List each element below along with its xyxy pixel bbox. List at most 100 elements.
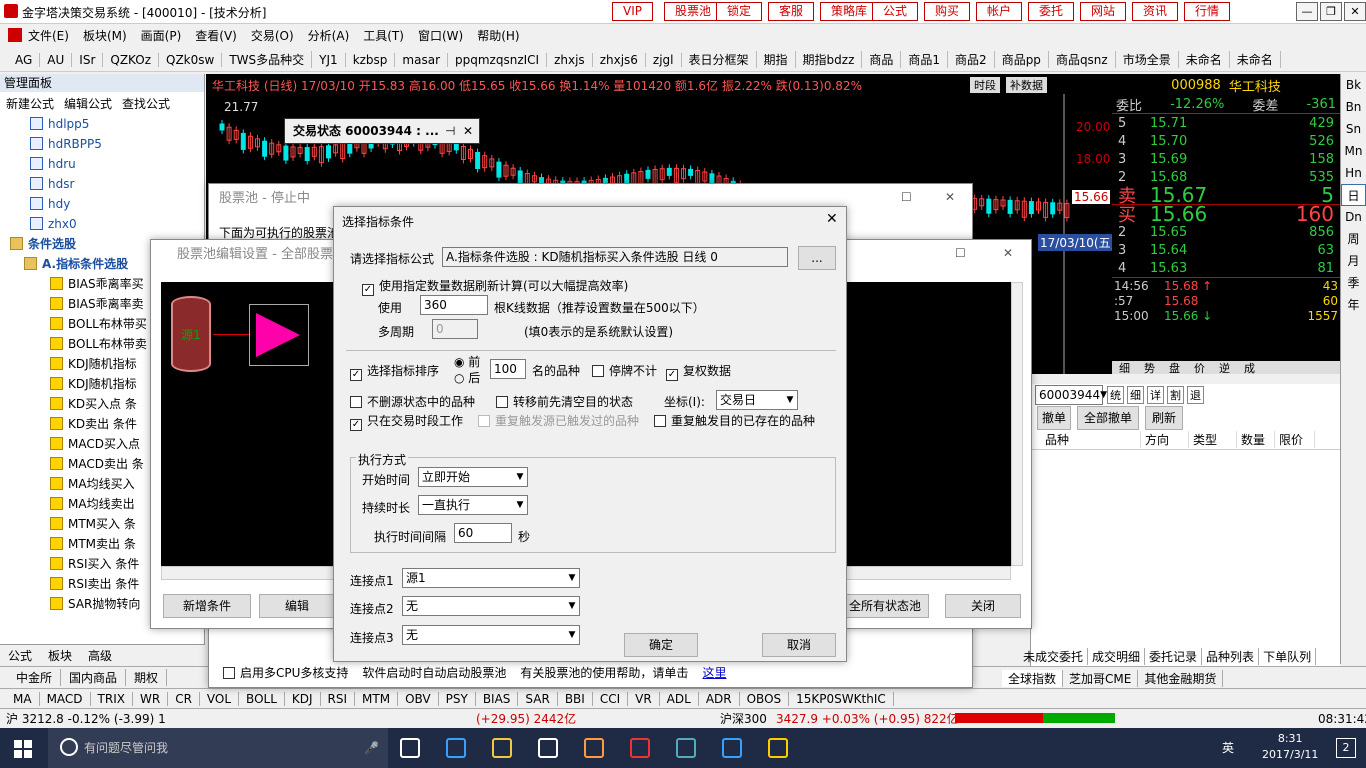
ok-button[interactable]: 确定	[624, 633, 698, 657]
time-period-button[interactable]: 时段	[970, 77, 1000, 93]
indicator-wr[interactable]: WR	[133, 691, 169, 706]
tree-item-1[interactable]: hdRBPP5	[30, 134, 204, 154]
trade-tab-2[interactable]: 委托记录	[1145, 647, 1203, 665]
toolbar-item-16[interactable]: 商品	[862, 51, 902, 68]
top-button-8[interactable]: 委托	[1028, 2, 1075, 21]
toolbar-item-13[interactable]: 表日分框架	[682, 51, 757, 68]
toolbar-item-15[interactable]: 期指bdzz	[796, 51, 863, 68]
global-tab-2[interactable]: 其他金融期货	[1138, 669, 1224, 687]
indicator-obos[interactable]: OBOS	[740, 691, 790, 706]
windows-start-icon[interactable]	[14, 740, 32, 758]
indicator-cr[interactable]: CR	[168, 691, 200, 706]
toolbar-item-14[interactable]: 期指	[757, 51, 796, 68]
period-3[interactable]: Mn	[1341, 140, 1366, 162]
indicator-obv[interactable]: OBV	[398, 691, 439, 706]
notification-icon[interactable]: 2	[1336, 738, 1356, 758]
period-5[interactable]: 日	[1341, 184, 1366, 206]
toolbar-item-5[interactable]: TWS多品种交	[222, 51, 313, 68]
market-tab-2[interactable]: 期权	[126, 669, 168, 686]
trade-tab-1[interactable]: 成交明细	[1088, 647, 1146, 665]
quote-tab-0[interactable]: 细	[1112, 360, 1137, 376]
clear-target-checkbox[interactable]: 转移前先清空目的状态	[496, 393, 633, 410]
coord-select[interactable]: 交易日 ▼	[716, 390, 798, 410]
minimize-button[interactable]: —	[1296, 2, 1318, 21]
panel-tab-0[interactable]: 公式	[0, 647, 40, 664]
use-count-checkbox[interactable]: ✓ 使用指定数量数据刷新计算(可以大幅提高效率)	[362, 277, 628, 296]
top-button-6[interactable]: 购买	[924, 2, 971, 21]
cortana-search[interactable]: 有问题尽管问我 🎤	[48, 728, 388, 768]
indicator-trix[interactable]: TRIX	[91, 691, 133, 706]
toolbar-item-18[interactable]: 商品2	[948, 51, 995, 68]
editor-close-btn[interactable]: 关闭	[945, 594, 1021, 618]
condition-node[interactable]	[249, 304, 309, 366]
ime-indicator[interactable]: 英	[1222, 739, 1234, 756]
global-tab-1[interactable]: 芝加哥CME	[1063, 669, 1139, 687]
browse-button[interactable]: ...	[798, 246, 836, 270]
toolbar-item-19[interactable]: 商品pp	[995, 51, 1049, 68]
period-10[interactable]: 年	[1341, 294, 1366, 316]
fill-data-button[interactable]: 补数据	[1006, 77, 1047, 93]
add-condition-button[interactable]: 新增条件	[163, 594, 251, 618]
indicator-cci[interactable]: CCI	[593, 691, 629, 706]
period-7[interactable]: 周	[1341, 228, 1366, 250]
pool-maximize-button[interactable]: ☐	[901, 190, 912, 204]
top-button-0[interactable]: VIP	[612, 2, 653, 21]
indicator-mtm[interactable]: MTM	[355, 691, 399, 706]
toolbar-item-0[interactable]: AG	[8, 52, 41, 67]
trade-icon-2[interactable]: 详	[1147, 386, 1164, 404]
global-tab-0[interactable]: 全球指数	[1002, 669, 1064, 687]
adjust-checkbox[interactable]: ✓ 复权数据	[666, 362, 731, 381]
top-button-5[interactable]: 公式	[872, 2, 919, 21]
toolbar-item-9[interactable]: ppqmzqsnzICI	[448, 52, 548, 67]
v-scrollbar[interactable]	[1011, 282, 1023, 566]
toolbar-item-3[interactable]: QZKOz	[103, 52, 160, 67]
toolbar-item-10[interactable]: zhxjs	[547, 52, 593, 67]
indicator-ma[interactable]: MA	[6, 691, 40, 706]
keep-state-checkbox[interactable]: 不删源状态中的品种	[350, 393, 475, 410]
panel-action-1[interactable]: 编辑公式	[64, 95, 112, 112]
period-8[interactable]: 月	[1341, 250, 1366, 272]
status-popup[interactable]: 交易状态 60003944 : ... ⊣ ✕	[284, 118, 480, 144]
toolbar-item-11[interactable]: zhxjs6	[593, 52, 646, 67]
trade-icon-1[interactable]: 细	[1127, 386, 1144, 404]
pool-close-button[interactable]: ✕	[945, 190, 955, 204]
interval-input[interactable]: 60	[454, 523, 512, 543]
period-4[interactable]: Hn	[1341, 162, 1366, 184]
multi-input[interactable]: 0	[432, 319, 478, 339]
menu-item-6[interactable]: 工具(T)	[363, 27, 404, 44]
all-state-pool-button[interactable]: 全所有状态池	[841, 594, 929, 618]
edge-icon[interactable]	[446, 738, 466, 758]
media-icon[interactable]	[584, 738, 604, 758]
panel-tab-2[interactable]: 高级	[80, 647, 120, 664]
menu-item-1[interactable]: 板块(M)	[83, 27, 127, 44]
period-2[interactable]: Sn	[1341, 118, 1366, 140]
period-1[interactable]: Bn	[1341, 96, 1366, 118]
close-button[interactable]: ✕	[1344, 2, 1366, 21]
toolbar-item-12[interactable]: zjgl	[646, 52, 682, 67]
repeat-src-checkbox[interactable]: 重复触发源已触发过的品种	[478, 412, 639, 429]
tree-item-4[interactable]: hdy	[30, 194, 204, 214]
conn3-select[interactable]: 无 ▼	[402, 625, 580, 645]
app-icon[interactable]	[676, 738, 696, 758]
tree-item-5[interactable]: zhx0	[30, 214, 204, 234]
quote-tab-1[interactable]: 势	[1137, 360, 1162, 376]
indicator-rsi[interactable]: RSI	[321, 691, 356, 706]
start-select[interactable]: 立即开始 ▼	[418, 467, 528, 487]
menu-item-7[interactable]: 窗口(W)	[418, 27, 463, 44]
explorer-icon[interactable]	[492, 738, 512, 758]
indicator-macd[interactable]: MACD	[40, 691, 91, 706]
toolbar-item-17[interactable]: 商品1	[901, 51, 949, 68]
trade-icon-4[interactable]: 退	[1187, 386, 1204, 404]
panel-tab-1[interactable]: 板块	[40, 647, 80, 664]
cancel-all-button[interactable]: 全部撤单	[1077, 406, 1140, 430]
period-6[interactable]: Dn	[1341, 206, 1366, 228]
pin-icon[interactable]: ⊣	[445, 119, 455, 143]
tree-item-0[interactable]: hdlpp5	[30, 114, 204, 134]
formula-field[interactable]: A.指标条件选股 : KD随机指标买入条件选股 日线 0	[442, 247, 788, 267]
duration-select[interactable]: 一直执行 ▼	[418, 495, 528, 515]
panel-action-0[interactable]: 新建公式	[6, 95, 54, 112]
dialog-close-icon[interactable]: ✕	[826, 211, 838, 227]
ie-icon[interactable]	[722, 738, 742, 758]
indicator-adl[interactable]: ADL	[660, 691, 699, 706]
menu-item-2[interactable]: 画面(P)	[141, 27, 182, 44]
